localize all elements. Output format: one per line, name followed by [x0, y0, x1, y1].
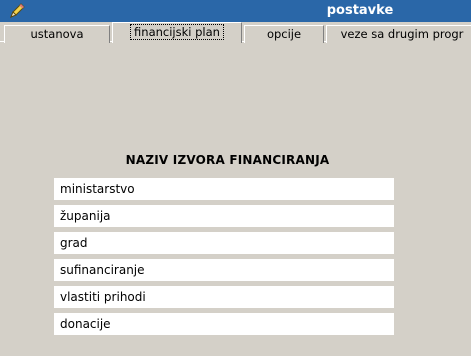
funding-sources-list: ministarstvo županija grad sufinanciranj…: [54, 178, 394, 340]
funding-source-field[interactable]: županija: [54, 205, 394, 227]
tab-financijski-plan[interactable]: financijski plan: [112, 22, 242, 43]
funding-source-field[interactable]: grad: [54, 232, 394, 254]
tab-label: financijski plan: [130, 24, 224, 40]
title-bar: postavke: [0, 0, 471, 23]
funding-source-field[interactable]: sufinanciranje: [54, 259, 394, 281]
funding-source-field[interactable]: donacije: [54, 313, 394, 335]
tab-ustanova[interactable]: ustanova: [4, 25, 110, 43]
funding-sources-heading: NAZIV IZVORA FINANCIRANJA: [125, 153, 330, 167]
tab-veze-sa-drugim-programima[interactable]: veze sa drugim progr: [326, 25, 471, 43]
tab-opcije[interactable]: opcije: [244, 25, 324, 43]
window-title: postavke: [326, 3, 394, 18]
funding-source-field[interactable]: vlastiti prihodi: [54, 286, 394, 308]
tab-label: veze sa drugim progr: [340, 27, 464, 41]
tab-label: opcije: [266, 27, 302, 41]
pencil-icon: [10, 3, 25, 18]
tab-label: ustanova: [30, 27, 84, 41]
funding-source-field[interactable]: ministarstvo: [54, 178, 394, 200]
